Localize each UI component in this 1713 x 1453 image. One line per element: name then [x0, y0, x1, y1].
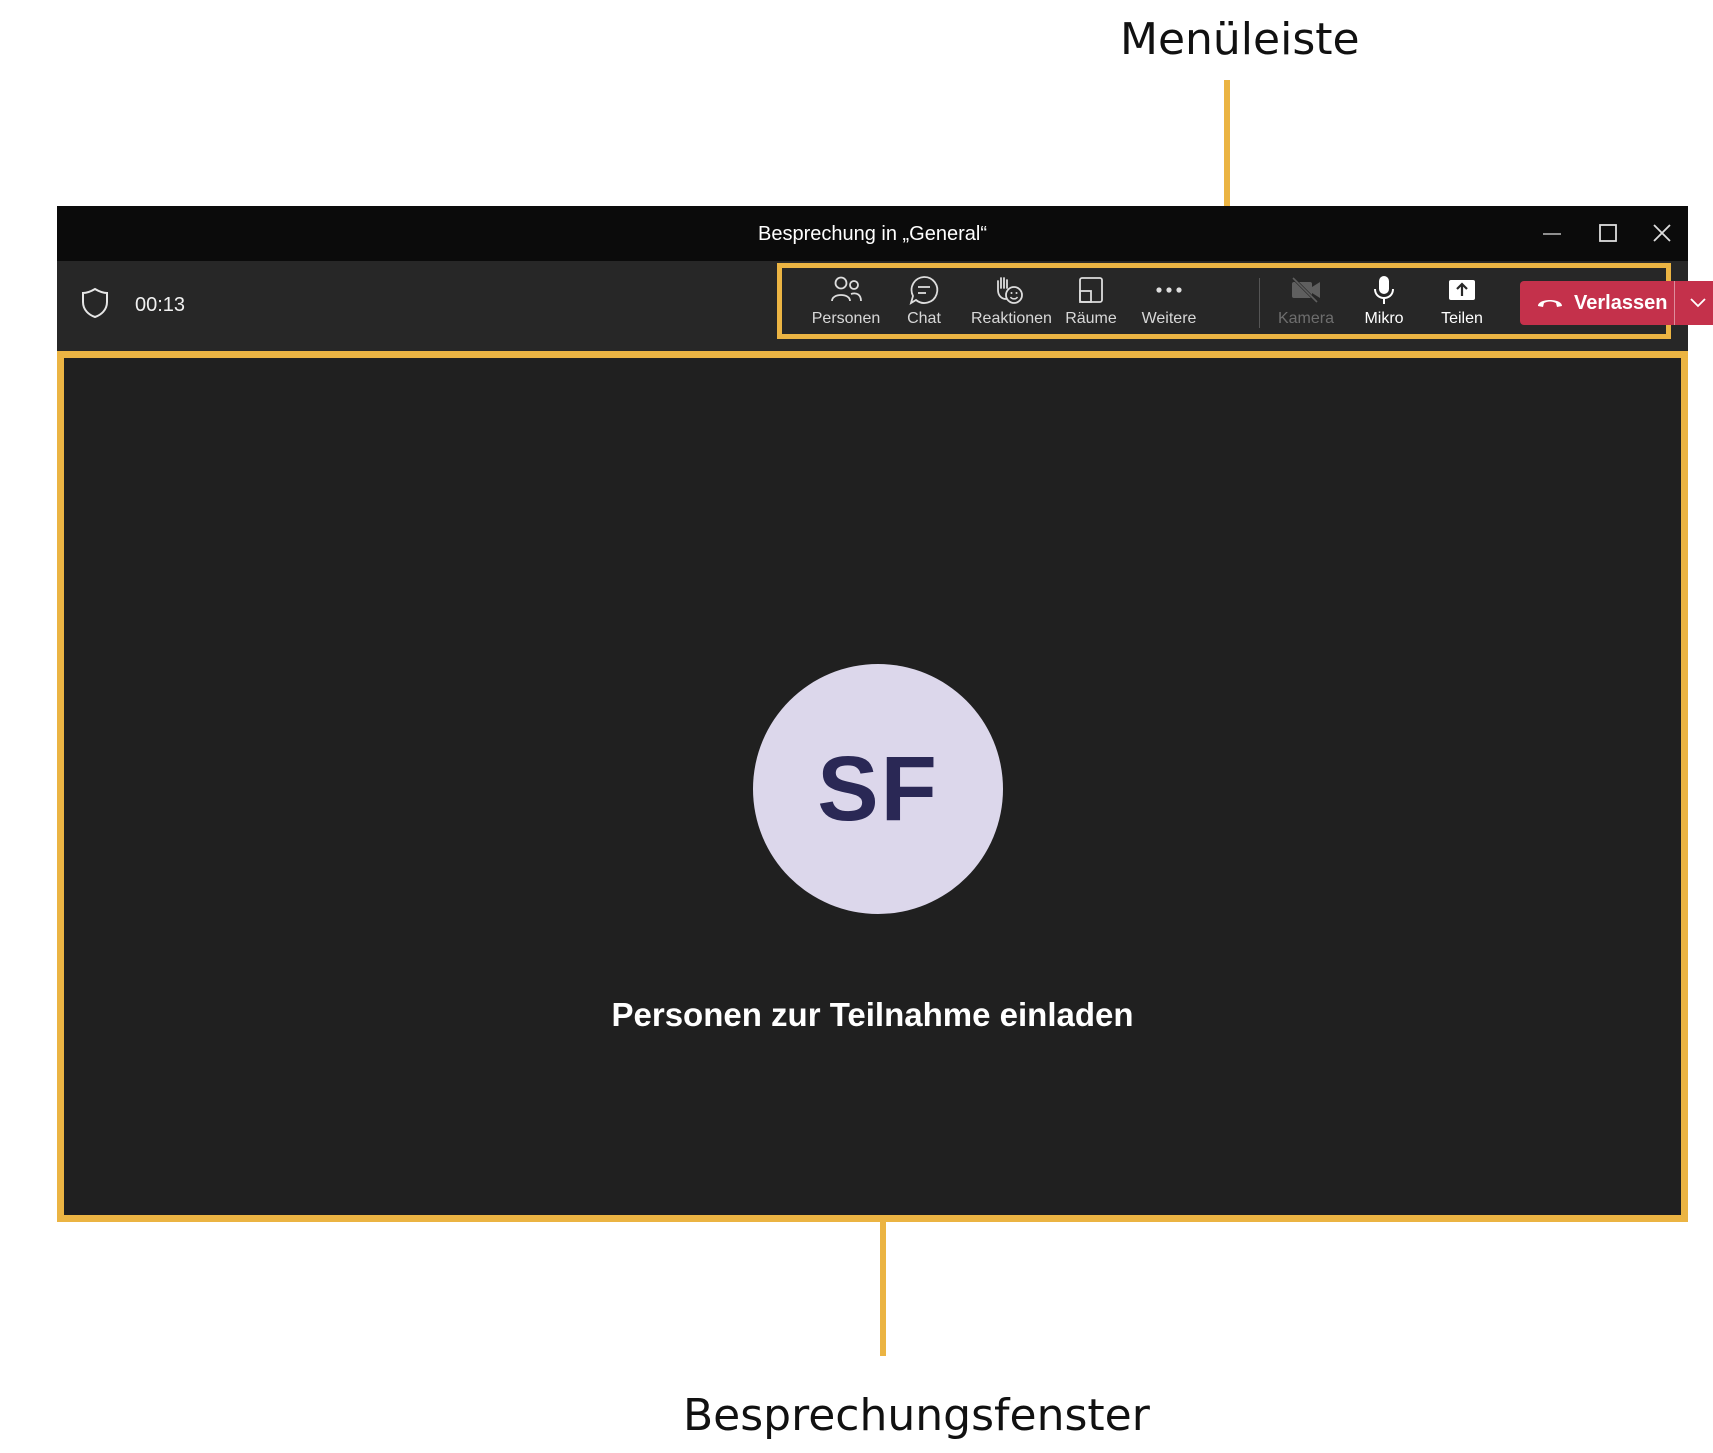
- annotation-menubar-label: Menüleiste: [1120, 14, 1360, 65]
- title-bar: Besprechung in „General“: [57, 206, 1688, 261]
- leave-options-button[interactable]: [1675, 281, 1713, 325]
- more-button[interactable]: Weitere: [1132, 272, 1206, 334]
- toolbar-divider: [1259, 278, 1260, 328]
- reactions-label: Reaktionen: [971, 310, 1052, 327]
- meeting-stage: SF Personen zur Teilnahme einladen: [57, 351, 1688, 1222]
- camera-off-icon: [1291, 276, 1320, 304]
- invite-people-text[interactable]: Personen zur Teilnahme einladen: [64, 996, 1681, 1034]
- maximize-icon: [1599, 224, 1617, 242]
- camera-label: Kamera: [1277, 310, 1335, 327]
- teams-meeting-window: Besprechung in „General“ 00:13 Personen: [57, 206, 1713, 1222]
- hand-reaction-icon: [997, 277, 1023, 304]
- shield-icon: [82, 287, 108, 319]
- camera-button[interactable]: Kamera: [1269, 272, 1343, 334]
- chat-button[interactable]: Chat: [887, 272, 961, 334]
- share-icon: [1449, 280, 1475, 300]
- leave-label: Verlassen: [1574, 291, 1668, 314]
- annotation-window-label: Besprechungsfenster: [683, 1390, 1150, 1441]
- rooms-button[interactable]: Räume: [1054, 272, 1128, 334]
- hang-up-icon: [1538, 300, 1562, 307]
- leave-button[interactable]: Verlassen: [1520, 281, 1674, 325]
- annotation-window-line: [880, 1222, 886, 1356]
- window-title: Besprechung in „General“: [757, 223, 987, 245]
- minimize-icon: [1543, 233, 1561, 235]
- chat-label: Chat: [907, 310, 941, 327]
- share-label: Teilen: [1441, 310, 1483, 327]
- avatar: SF: [753, 664, 1003, 914]
- people-label: Personen: [811, 310, 881, 327]
- more-label: Weitere: [1141, 310, 1197, 327]
- avatar-initials: SF: [817, 737, 939, 840]
- maximize-button[interactable]: [1587, 214, 1629, 254]
- microphone-icon: [1374, 276, 1394, 304]
- rooms-icon: [1079, 277, 1103, 303]
- close-icon: [1653, 224, 1671, 242]
- chevron-down-icon: [1689, 298, 1706, 308]
- chat-icon: [909, 276, 939, 305]
- minimize-button[interactable]: [1531, 214, 1573, 254]
- meeting-timer: 00:13: [135, 294, 186, 316]
- people-icon: [831, 276, 862, 302]
- leave-button-group: Verlassen: [1520, 281, 1713, 325]
- close-button[interactable]: [1641, 214, 1683, 254]
- more-icon: [1156, 287, 1182, 293]
- reactions-button[interactable]: Reaktionen: [971, 272, 1052, 334]
- people-button[interactable]: Personen: [809, 272, 883, 334]
- rooms-label: Räume: [1065, 310, 1117, 327]
- microphone-label: Mikro: [1364, 310, 1404, 327]
- microphone-button[interactable]: Mikro: [1347, 272, 1421, 334]
- share-button[interactable]: Teilen: [1425, 272, 1499, 334]
